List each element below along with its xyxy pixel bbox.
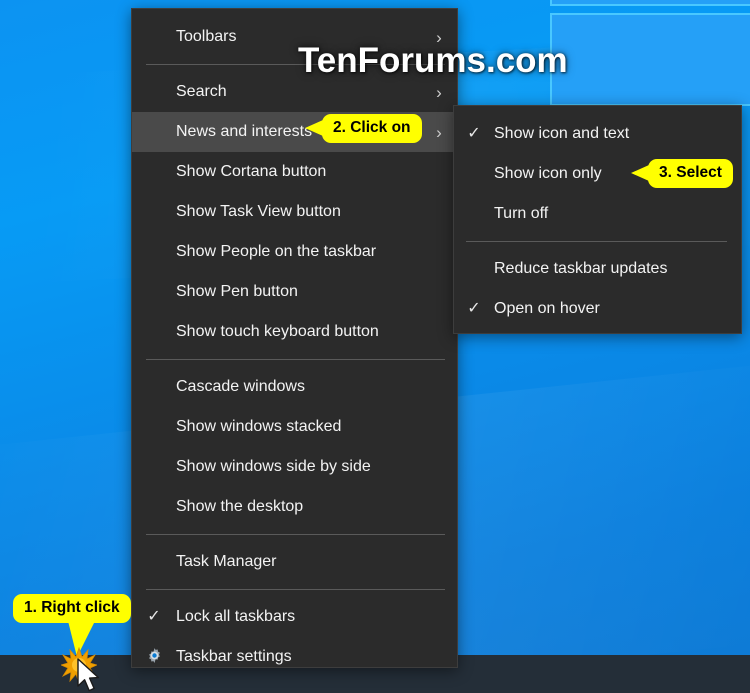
menu-item-task-view[interactable]: Show Task View button <box>132 192 457 232</box>
screenshot-root: Toolbars › Search › News and interests › Show … <box>0 0 750 693</box>
menu-item-task-manager[interactable]: Task Manager <box>132 542 457 582</box>
menu-item-label: Show People on the taskbar <box>176 243 377 260</box>
menu-item-icon-and-text[interactable]: ✓ Show icon and text <box>454 114 741 154</box>
gear-icon-slot <box>132 647 176 667</box>
menu-item-pen[interactable]: Show Pen button <box>132 272 457 312</box>
menu-item-touch-keyboard[interactable]: Show touch keyboard button <box>132 312 457 352</box>
callout-step-2: 2. Click on <box>305 114 422 143</box>
callout-step-3-label: 3. Select <box>659 164 722 181</box>
menu-item-lock-taskbars[interactable]: ✓ Lock all taskbars <box>132 597 457 637</box>
menu-item-label: Show windows side by side <box>176 458 371 475</box>
menu-item-people[interactable]: Show People on the taskbar <box>132 232 457 272</box>
gear-icon <box>146 647 163 664</box>
news-and-interests-submenu[interactable]: ✓ Show icon and text Show icon only Turn of… <box>453 105 742 334</box>
menu-separator <box>146 359 445 360</box>
menu-item-stacked[interactable]: Show windows stacked <box>132 407 457 447</box>
chevron-right-icon: › <box>436 82 442 102</box>
taskbar-context-menu[interactable]: Toolbars › Search › News and interests › Show … <box>131 8 458 668</box>
menu-item-label: Show Cortana button <box>176 163 327 180</box>
menu-item-label: Task Manager <box>176 553 277 570</box>
chevron-right-icon: › <box>436 122 442 142</box>
menu-item-label: Lock all taskbars <box>176 608 296 625</box>
menu-item-taskbar-settings[interactable]: Taskbar settings <box>132 637 457 677</box>
menu-item-label: Show Pen button <box>176 283 298 300</box>
menu-item-open-on-hover[interactable]: ✓ Open on hover <box>454 289 741 329</box>
menu-item-side-by-side[interactable]: Show windows side by side <box>132 447 457 487</box>
callout-step-1-label: 1. Right click <box>24 599 120 616</box>
menu-item-turn-off[interactable]: Turn off <box>454 194 741 234</box>
background-window-pane-main <box>550 13 750 106</box>
checkmark-icon: ✓ <box>147 608 161 625</box>
menu-separator <box>146 534 445 535</box>
menu-item-search[interactable]: Search › <box>132 72 457 112</box>
background-window-pane-top <box>550 0 750 6</box>
menu-item-toolbars[interactable]: Toolbars › <box>132 17 457 57</box>
menu-item-cascade[interactable]: Cascade windows <box>132 367 457 407</box>
chevron-right-icon: › <box>436 27 442 47</box>
callout-step-1: 1. Right click <box>13 594 131 657</box>
menu-item-label: Open on hover <box>494 300 600 317</box>
menu-item-label: Show windows stacked <box>176 418 342 435</box>
menu-item-label: Cascade windows <box>176 378 305 395</box>
callout-tail <box>305 120 323 137</box>
menu-item-label: Reduce taskbar updates <box>494 260 668 277</box>
menu-item-label: Show icon and text <box>494 125 630 142</box>
callout-step-3: 3. Select <box>631 159 733 188</box>
menu-item-cortana[interactable]: Show Cortana button <box>132 152 457 192</box>
menu-item-label: Toolbars <box>176 28 237 45</box>
callout-step-2-label: 2. Click on <box>333 119 411 136</box>
menu-item-label: Show touch keyboard button <box>176 323 379 340</box>
menu-item-label: Show the desktop <box>176 498 304 515</box>
menu-item-label: Search <box>176 83 227 100</box>
menu-separator <box>146 589 445 590</box>
menu-separator <box>146 64 445 65</box>
checkmark-icon: ✓ <box>467 300 481 317</box>
callout-tail <box>631 165 649 182</box>
menu-item-label: Turn off <box>494 205 549 222</box>
menu-item-label: Taskbar settings <box>176 648 292 665</box>
menu-item-show-desktop[interactable]: Show the desktop <box>132 487 457 527</box>
arrow-cursor <box>76 658 104 693</box>
menu-item-reduce-updates[interactable]: Reduce taskbar updates <box>454 249 741 289</box>
menu-item-label: Show Task View button <box>176 203 341 220</box>
checkmark-icon: ✓ <box>467 125 481 142</box>
menu-separator <box>466 241 727 242</box>
